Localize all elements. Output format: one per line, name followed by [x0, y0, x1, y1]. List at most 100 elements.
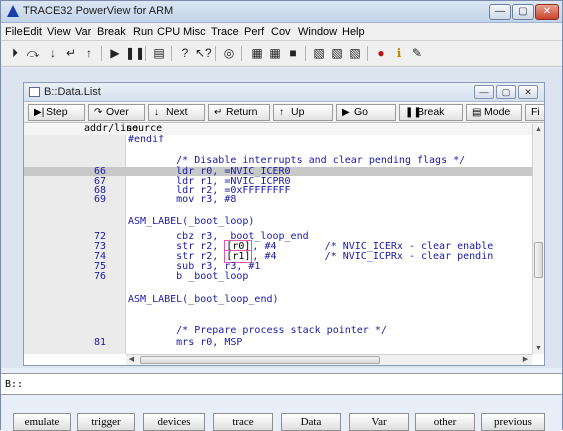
code-row[interactable]: 69 mov r3, #8 — [24, 195, 532, 205]
menu-help[interactable]: Help — [342, 26, 365, 38]
list-header: addr/line source — [24, 124, 544, 135]
code-row[interactable] — [24, 146, 532, 155]
up-button[interactable]: ↑ Up — [273, 104, 333, 121]
vertical-scroll-thumb[interactable] — [534, 242, 543, 278]
code-row[interactable] — [24, 282, 532, 291]
menu-cov[interactable]: Cov — [271, 26, 291, 38]
stop-icon[interactable]: ◎ — [221, 45, 237, 61]
step-over-icon[interactable]: ⤼ — [25, 45, 41, 61]
mode-button[interactable]: ▤ Mode — [466, 104, 522, 121]
next-button[interactable]: ↓ Next — [148, 104, 205, 121]
minimize-button[interactable]: — — [489, 4, 511, 20]
peripheral-icon[interactable]: ■ — [285, 45, 301, 61]
break-icon[interactable]: ❚❚ — [125, 45, 145, 61]
trace-config-icon[interactable]: ▧ — [347, 45, 363, 61]
softkey-data[interactable]: Data — [281, 413, 341, 431]
code-row[interactable]: 81 mrs r0, MSP — [24, 338, 532, 348]
close-button[interactable]: ✕ — [535, 4, 559, 20]
go-icon[interactable]: ▶ — [107, 45, 123, 61]
menu-file[interactable]: File — [5, 26, 23, 38]
horizontal-scrollbar[interactable]: ◀ ▶ — [126, 354, 532, 365]
up-icon[interactable]: ↑ — [81, 45, 97, 61]
menu-var[interactable]: Var — [75, 26, 91, 38]
main-toolbar: ⏵ ⤼ ↓ ↵ ↑ ▶ ❚❚ ▤ ? ↖? ◎ ▦ ▦ ■ ▧ ▧ ▧ ● ℹ … — [1, 41, 562, 67]
horizontal-scroll-thumb[interactable] — [140, 356, 380, 364]
menu-window[interactable]: Window — [298, 26, 337, 38]
maximize-button[interactable]: ▢ — [512, 4, 534, 20]
code-row[interactable]: 74 str r2, [r1], #4 /* NVIC_ICPRx - clea… — [24, 250, 532, 263]
data-list-titlebar: B::Data.List — ▢ ✕ — [24, 83, 544, 102]
toolbar-separator — [215, 46, 216, 61]
code-row[interactable]: 73 str r2, [r0], #4 /* NVIC_ICERx - clea… — [24, 240, 532, 253]
menu-view[interactable]: View — [47, 26, 71, 38]
softkey-emulate[interactable]: emulate — [13, 413, 71, 431]
code-row[interactable]: 72 cbz r3, _boot_loop_end — [24, 232, 532, 242]
list-icon[interactable]: ▤ — [151, 45, 167, 61]
scroll-left-arrow-icon[interactable]: ◀ — [126, 355, 137, 365]
softkey-trigger[interactable]: trigger — [77, 413, 135, 431]
help-icon[interactable]: ? — [177, 45, 193, 61]
menu-trace[interactable]: Trace — [211, 26, 239, 38]
register-icon[interactable]: ▦ — [249, 45, 265, 61]
child-close-button[interactable]: ✕ — [518, 85, 538, 99]
trace32-logo-icon — [7, 5, 19, 17]
record-icon[interactable]: ● — [373, 45, 389, 61]
menu-perf[interactable]: Perf — [244, 26, 264, 38]
trace-list-icon[interactable]: ▧ — [311, 45, 327, 61]
menu-cpu[interactable]: CPU — [157, 26, 180, 38]
code-row[interactable]: 75 sub r3, r3, #1 — [24, 262, 532, 272]
return-icon[interactable]: ↵ — [63, 45, 79, 61]
child-maximize-button[interactable]: ▢ — [496, 85, 516, 99]
scroll-down-arrow-icon[interactable]: ▼ — [533, 343, 544, 354]
softkey-other[interactable]: other — [415, 413, 475, 431]
menu-run[interactable]: Run — [133, 26, 153, 38]
current-pc-row[interactable]: 66 ldr r0, =NVIC_ICER0 — [24, 167, 532, 177]
vertical-scrollbar[interactable]: ▲ ▼ — [532, 124, 544, 354]
softkey-previous[interactable]: previous — [481, 413, 545, 431]
menu-break[interactable]: Break — [97, 26, 126, 38]
code-row[interactable]: #endif — [24, 135, 532, 145]
code-row[interactable]: ASM_LABEL(_boot_loop_end) — [24, 295, 532, 305]
softkey-var[interactable]: Var — [349, 413, 409, 431]
scroll-up-arrow-icon[interactable]: ▲ — [533, 124, 544, 135]
command-input[interactable] — [27, 377, 557, 392]
trace-chart-icon[interactable]: ▧ — [329, 45, 345, 61]
data-list-title: B::Data.List — [44, 86, 101, 98]
toolbar-separator — [145, 46, 146, 61]
code-row[interactable]: /* Prepare process stack pointer */ — [24, 326, 532, 336]
command-line: B:: — [1, 373, 562, 395]
next-icon[interactable]: ↓ — [45, 45, 61, 61]
scroll-right-arrow-icon[interactable]: ▶ — [520, 355, 531, 365]
return-button[interactable]: ↵ Return — [208, 104, 270, 121]
toolbar-separator — [367, 46, 368, 61]
tool-icon[interactable]: ✎ — [409, 45, 425, 61]
context-help-icon[interactable]: ↖? — [195, 45, 212, 61]
code-row[interactable]: 76 b _boot_loop — [24, 272, 532, 282]
code-row[interactable] — [24, 311, 532, 320]
title-bar: TRACE32 PowerView for ARM — ▢ ✕ — [1, 1, 562, 23]
code-row[interactable]: /* Disable interrupts and clear pending … — [24, 156, 532, 166]
code-row[interactable]: ASM_LABEL(_boot_loop) — [24, 217, 532, 227]
step-over-icon: ↷ — [94, 107, 103, 118]
memory-icon[interactable]: ▦ — [267, 45, 283, 61]
data-list-buttons: ▶| Step ↷ Over ↓ Next ↵ Return ↑ Up ▶ Go ❚❚Bre… — [24, 103, 544, 123]
menu-misc[interactable]: Misc — [183, 26, 206, 38]
list-window-icon — [29, 87, 40, 97]
menu-edit[interactable]: Edit — [23, 26, 42, 38]
step-icon[interactable]: ⏵ — [7, 45, 23, 61]
source-listing[interactable]: #endif /* Disable interrupts and clear p… — [24, 135, 532, 354]
find-button[interactable]: Fi — [525, 104, 544, 121]
workspace: B::Data.List — ▢ ✕ ▶| Step ↷ Over ↓ Next ↵ R… — [1, 68, 562, 368]
window-title: TRACE32 PowerView for ARM — [23, 5, 174, 17]
trace32-window: TRACE32 PowerView for ARM — ▢ ✕ File Edi… — [0, 0, 563, 431]
child-minimize-button[interactable]: — — [474, 85, 494, 99]
step-button[interactable]: ▶| Step — [28, 104, 85, 121]
softkey-trace[interactable]: trace — [213, 413, 273, 431]
over-button[interactable]: ↷ Over — [88, 104, 145, 121]
softkey-devices[interactable]: devices — [143, 413, 205, 431]
code-row[interactable] — [24, 206, 532, 215]
break-button[interactable]: ❚❚Break — [399, 104, 463, 121]
go-button[interactable]: ▶ Go — [336, 104, 396, 121]
info-icon[interactable]: ℹ — [391, 45, 407, 61]
data-list-window: B::Data.List — ▢ ✕ ▶| Step ↷ Over ↓ Next ↵ R… — [23, 82, 545, 366]
